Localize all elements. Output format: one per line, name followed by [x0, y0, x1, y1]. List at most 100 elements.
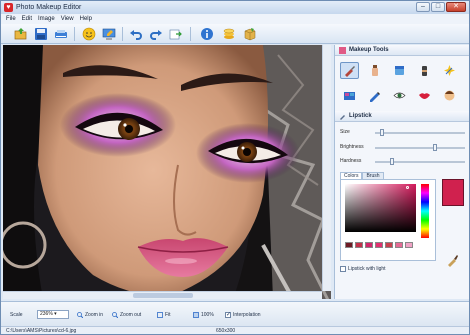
- size-slider[interactable]: [375, 129, 465, 136]
- makeup-brush-icon[interactable]: [445, 253, 459, 267]
- menu-bar: File Edit Image View Help: [1, 14, 469, 24]
- fit-button[interactable]: Fit: [157, 310, 171, 319]
- color-swatch[interactable]: [355, 242, 363, 248]
- main-toolbar: [1, 24, 469, 44]
- size-label: Size: [340, 129, 350, 135]
- lipstick-light-checkbox[interactable]: [340, 266, 346, 272]
- box-icon[interactable]: [242, 26, 258, 42]
- horizontal-scrollbar[interactable]: [3, 291, 322, 299]
- photo-canvas[interactable]: [3, 45, 331, 299]
- menu-view[interactable]: View: [61, 14, 74, 24]
- actual-size-button[interactable]: 100%: [193, 310, 214, 319]
- lips-icon: [419, 93, 430, 99]
- bottle-icon: [372, 65, 378, 76]
- vertical-scrollbar[interactable]: [322, 45, 331, 291]
- interpolation-label: Interpolation: [233, 311, 261, 318]
- lips-tool[interactable]: [415, 87, 434, 104]
- sparkle-tool[interactable]: [440, 62, 459, 79]
- color-swatch[interactable]: [395, 242, 403, 248]
- color-swatch[interactable]: [375, 242, 383, 248]
- close-button[interactable]: ✕: [446, 2, 466, 12]
- brush-icon: [345, 66, 355, 77]
- tube-icon: [422, 66, 427, 76]
- zoom-in-button[interactable]: Zoom in: [77, 310, 103, 319]
- sparkle-icon: [444, 65, 455, 76]
- actual-size-icon: [193, 311, 199, 318]
- save-icon[interactable]: [33, 26, 49, 42]
- undo-icon[interactable]: [128, 26, 144, 42]
- hardness-label: Hardness: [340, 158, 362, 164]
- scan-icon[interactable]: [53, 26, 69, 42]
- app-heart-icon: ♥: [4, 3, 13, 12]
- pencil-tool[interactable]: [365, 87, 384, 104]
- saturation-value-area[interactable]: [345, 184, 416, 232]
- tab-colors[interactable]: Colors: [340, 172, 363, 179]
- color-swatch[interactable]: [385, 242, 393, 248]
- coins-icon[interactable]: [221, 26, 237, 42]
- image-dimensions: 650x300: [216, 328, 236, 334]
- photo-image: [3, 45, 331, 299]
- makeup-tools-icon: [339, 47, 346, 54]
- lipstick-light-option[interactable]: Lipstick with light: [340, 266, 386, 272]
- interpolation-option[interactable]: Interpolation: [225, 310, 261, 319]
- scale-label: Scale: [10, 312, 23, 318]
- palette-tool[interactable]: [340, 87, 359, 104]
- export-icon[interactable]: [168, 26, 184, 42]
- smiley-icon[interactable]: [81, 26, 97, 42]
- color-tabs: Colors Brush: [340, 172, 384, 179]
- color-marker[interactable]: [406, 186, 409, 189]
- color-swatch[interactable]: [405, 242, 413, 248]
- hardness-slider-thumb[interactable]: [390, 158, 395, 165]
- menu-file[interactable]: File: [6, 14, 16, 24]
- maximize-button[interactable]: □: [431, 2, 445, 12]
- selected-color-swatch[interactable]: [442, 179, 464, 206]
- zoom-out-label: Zoom out: [120, 311, 142, 318]
- zoom-out-icon: [112, 311, 118, 318]
- tab-brush[interactable]: Brush: [362, 172, 384, 179]
- info-icon[interactable]: [199, 26, 215, 42]
- title-bar: ♥ Photo Makeup Editor – □ ✕: [1, 1, 469, 14]
- color-swatches: [345, 242, 413, 248]
- redo-icon[interactable]: [148, 26, 164, 42]
- menu-image[interactable]: Image: [38, 14, 55, 24]
- scale-select[interactable]: 236% ▾: [37, 310, 69, 319]
- color-swatch[interactable]: [365, 242, 373, 248]
- cream-tool[interactable]: [415, 62, 434, 79]
- fit-icon: [157, 311, 163, 318]
- fit-label: Fit: [165, 311, 171, 318]
- eye-tool[interactable]: [390, 87, 409, 104]
- menu-help[interactable]: Help: [80, 14, 92, 24]
- menu-edit[interactable]: Edit: [22, 14, 32, 24]
- zoom-out-button[interactable]: Zoom out: [112, 310, 141, 319]
- lipstick-title: Lipstick: [349, 113, 372, 119]
- minimize-button[interactable]: –: [416, 2, 430, 12]
- monitor-icon[interactable]: [101, 26, 117, 42]
- lipstick-brush-tool[interactable]: [340, 62, 359, 79]
- lipstick-light-label: Lipstick with light: [348, 266, 386, 272]
- interpolation-checkbox[interactable]: [225, 311, 231, 318]
- powder-tool[interactable]: [390, 62, 409, 79]
- lipstick-icon: [340, 115, 345, 120]
- hardness-slider[interactable]: [375, 158, 465, 165]
- file-path: C:\Users\AMS\Pictures\cd-6.jpg: [6, 328, 77, 334]
- brightness-label: Brightness: [340, 144, 364, 150]
- scale-value: 236%: [40, 311, 53, 317]
- face-tool[interactable]: [440, 87, 459, 104]
- status-bar: C:\Users\AMS\Pictures\cd-6.jpg 650x300: [1, 326, 469, 334]
- horizontal-scroll-thumb[interactable]: [133, 293, 193, 298]
- app-window: ♥ Photo Makeup Editor – □ ✕ File Edit Im…: [0, 0, 470, 335]
- zoom-in-icon: [77, 311, 83, 318]
- makeup-tools-header: Makeup Tools: [335, 45, 469, 56]
- size-slider-thumb[interactable]: [380, 129, 385, 136]
- color-swatch[interactable]: [345, 242, 353, 248]
- foundation-tool[interactable]: [365, 62, 384, 79]
- open-icon[interactable]: [13, 26, 29, 42]
- makeup-tools-title: Makeup Tools: [349, 47, 389, 53]
- palette-icon: [344, 92, 355, 100]
- right-panel: Makeup Tools Lipstick Size Brightness Ha…: [334, 45, 469, 299]
- eye-icon: [393, 92, 406, 99]
- brightness-slider-thumb[interactable]: [433, 144, 438, 151]
- brightness-slider[interactable]: [375, 144, 465, 151]
- hue-slider[interactable]: [421, 184, 429, 238]
- color-picker: [340, 179, 436, 261]
